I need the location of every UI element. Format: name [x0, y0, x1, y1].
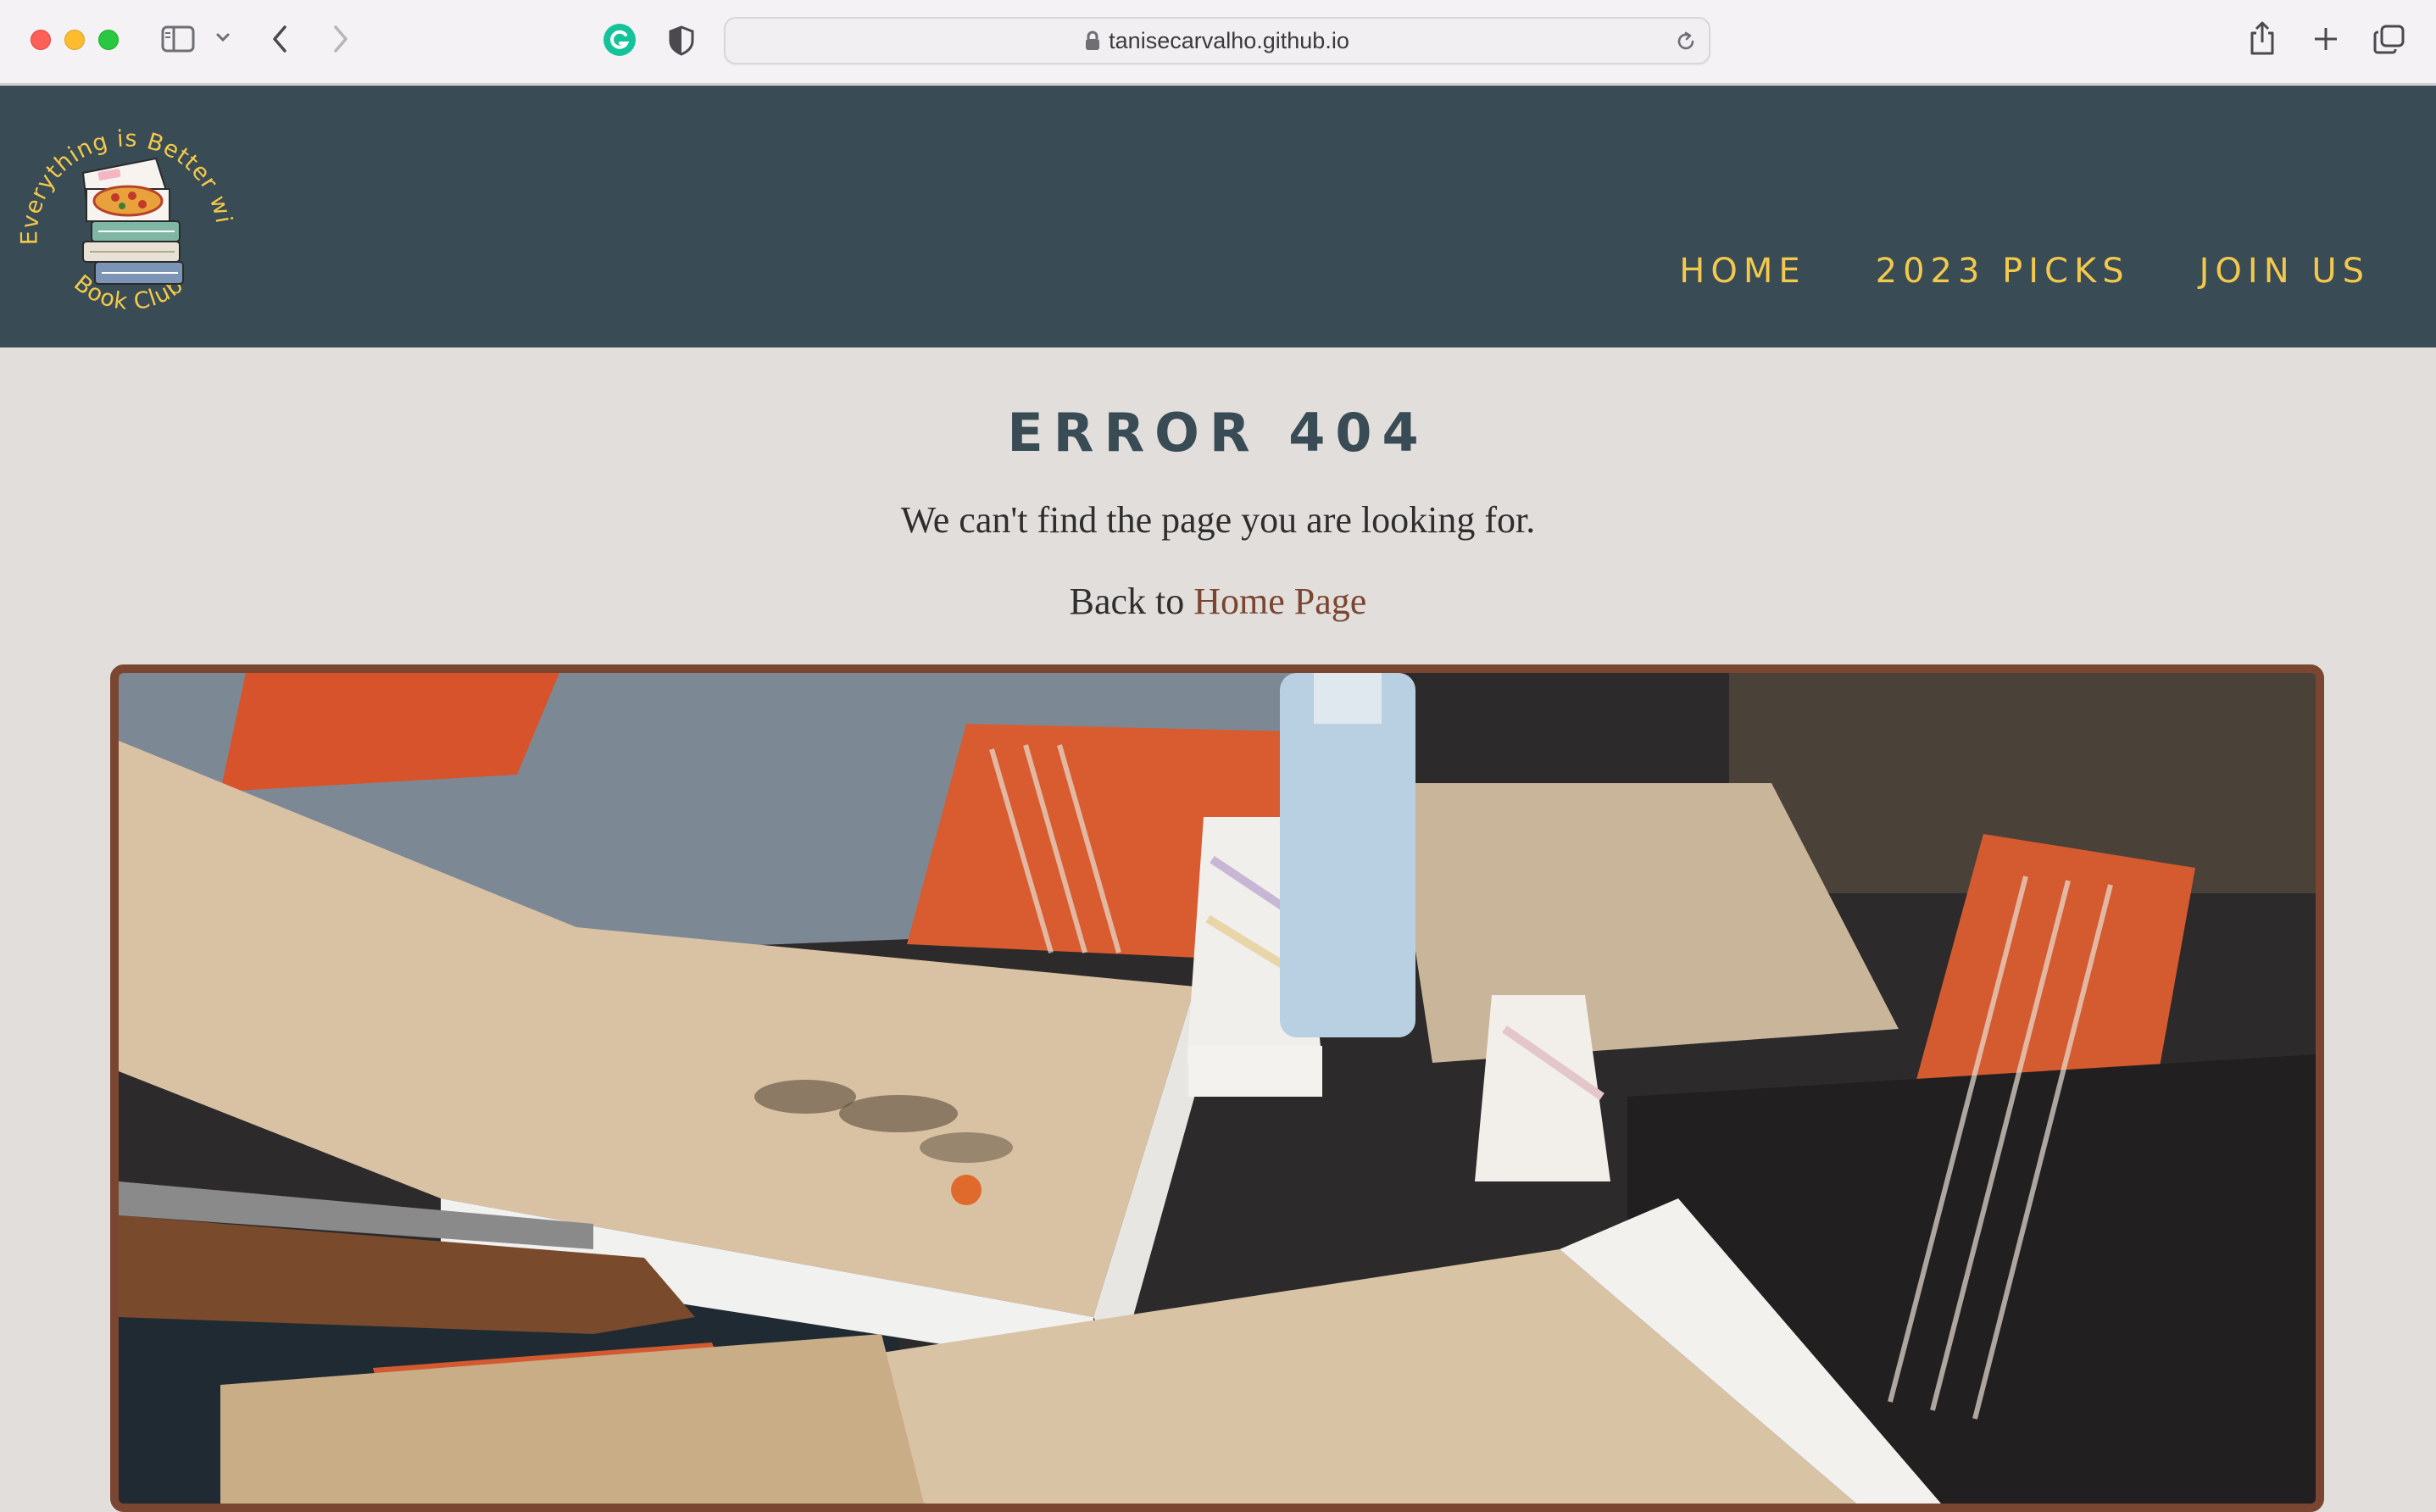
- browser-toolbar: tanisecarvalho.github.io: [0, 0, 2436, 85]
- reload-icon[interactable]: [1675, 31, 1697, 57]
- close-window-button[interactable]: [31, 30, 51, 50]
- address-bar[interactable]: tanisecarvalho.github.io: [724, 17, 1710, 64]
- error-message: We can't find the page you are looking f…: [900, 499, 1536, 541]
- error-title: ERROR 404: [1007, 402, 1429, 464]
- nav-home[interactable]: HOME: [1679, 252, 1805, 291]
- sidebar-icon[interactable]: [161, 25, 195, 53]
- back-prefix: Back to: [1069, 581, 1194, 622]
- tabs-overview-icon[interactable]: [2373, 25, 2405, 55]
- zoom-window-button[interactable]: [98, 30, 119, 50]
- main-nav: HOME 2023 PICKS JOIN US: [1679, 252, 2370, 291]
- nav-join-us[interactable]: JOIN US: [2200, 252, 2370, 291]
- lock-icon: [1085, 31, 1100, 51]
- forward-icon[interactable]: [331, 24, 351, 54]
- url-text: tanisecarvalho.github.io: [1109, 27, 1349, 53]
- grammarly-icon[interactable]: [603, 23, 637, 57]
- minimize-window-button[interactable]: [64, 30, 85, 50]
- pizza-box-icon: [81, 157, 170, 222]
- nav-2023-picks[interactable]: 2023 PICKS: [1876, 252, 2130, 291]
- shield-icon[interactable]: [668, 25, 695, 56]
- home-page-link[interactable]: Home Page: [1193, 581, 1366, 622]
- main-content: ERROR 404 We can't find the page you are…: [0, 347, 2436, 1512]
- back-line: Back to Home Page: [0, 580, 2436, 623]
- picnic-photo: [110, 664, 2324, 1512]
- share-icon[interactable]: [2248, 20, 2277, 56]
- book-stack-icon: [82, 220, 184, 285]
- new-tab-icon[interactable]: [2312, 25, 2339, 53]
- chevron-down-icon[interactable]: [215, 32, 231, 42]
- back-icon[interactable]: [270, 24, 290, 54]
- site-header: Everything is Better with Pizza Book Clu…: [0, 81, 2436, 347]
